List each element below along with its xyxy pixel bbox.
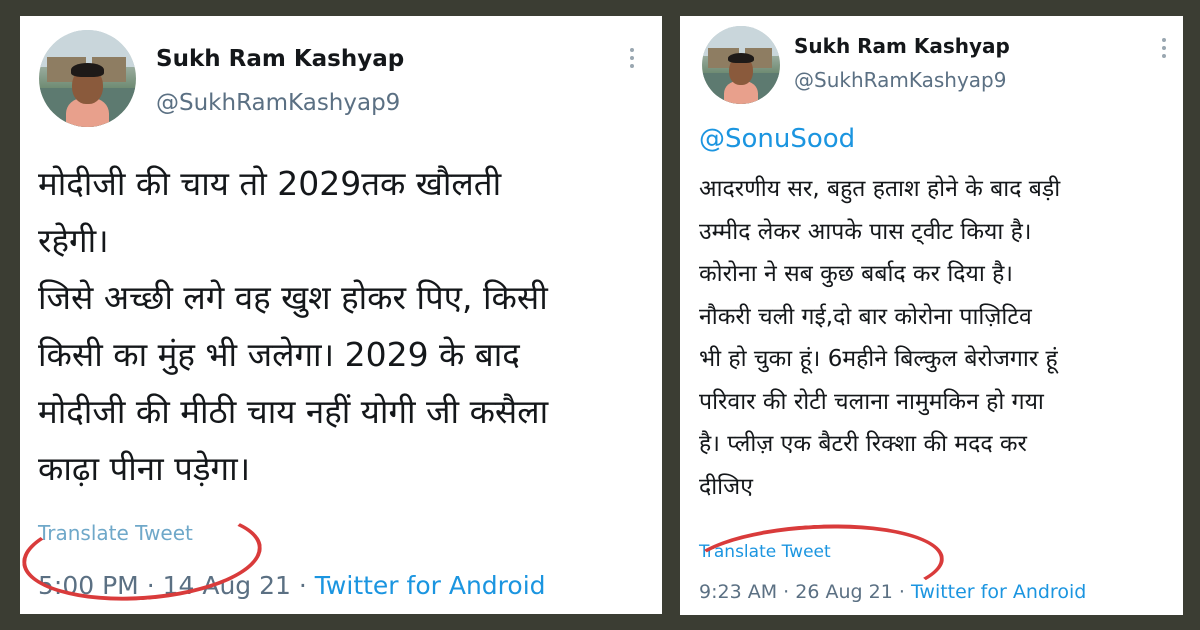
author-avatar[interactable]: [39, 30, 136, 127]
tweet-card-right: Sukh Ram Kashyap @SukhRamKashyap9 @SonuS…: [680, 16, 1183, 615]
tweet-text-line: परिवार की रोटी चलाना नामुमकिन हो गया: [699, 388, 1044, 415]
author-avatar[interactable]: [702, 26, 780, 104]
mention-link[interactable]: @SonuSood: [699, 124, 855, 154]
tweet-source-link[interactable]: Twitter for Android: [315, 571, 546, 600]
meta-separator: ·: [298, 571, 307, 600]
tweet-text-line: उम्मीद लेकर आपके पास ट्वीट किया है।: [699, 218, 1032, 245]
tweet-text-line: रहेगी।: [38, 221, 109, 260]
vertical-ellipsis-icon[interactable]: [630, 48, 634, 72]
author-name[interactable]: Sukh Ram Kashyap: [156, 46, 404, 72]
tweet-text-line: मोदीजी की मीठी चाय नहीं योगी जी कसैला: [38, 392, 549, 431]
tweet-text: मोदीजी की चाय तो 2029तक खौलती रहेगी। जिस…: [38, 155, 548, 497]
vertical-ellipsis-icon[interactable]: [1162, 38, 1166, 62]
tweet-text-line: मोदीजी की चाय तो 2029तक खौलती: [38, 164, 502, 203]
tweet-text-line: दीजिए: [699, 473, 753, 500]
tweet-text-line: जिसे अच्छी लगे वह खुश होकर पिए, किसी: [38, 278, 548, 317]
tweet-text-line: आदरणीय सर, बहुत हताश होने के बाद बड़ी: [699, 176, 1061, 202]
tweet-text-line: काढ़ा पीना पड़ेगा।: [38, 449, 251, 488]
tweet-text: आदरणीय सर, बहुत हताश होने के बाद बड़ी उम…: [699, 168, 1060, 508]
tweet-source-link[interactable]: Twitter for Android: [911, 581, 1086, 603]
tweet-text-line: है। प्लीज़ एक बैटरी रिक्शा की मदद कर: [699, 431, 1027, 457]
tweet-text-line: नौकरी चली गई,दो बार कोरोना पाज़िटिव: [699, 303, 1032, 330]
author-name[interactable]: Sukh Ram Kashyap: [794, 34, 1010, 58]
author-handle[interactable]: @SukhRamKashyap9: [794, 68, 1006, 92]
author-handle[interactable]: @SukhRamKashyap9: [156, 90, 400, 116]
tweet-text-line: भी हो चुका हूं। 6महीने बिल्कुल बेरोजगार …: [699, 346, 1058, 372]
tweet-text-line: किसी का मुंह भी जलेगा। 2029 के बाद: [38, 335, 520, 374]
tweet-text-line: कोरोना ने सब कुछ बर्बाद कर दिया है।: [699, 261, 1014, 287]
